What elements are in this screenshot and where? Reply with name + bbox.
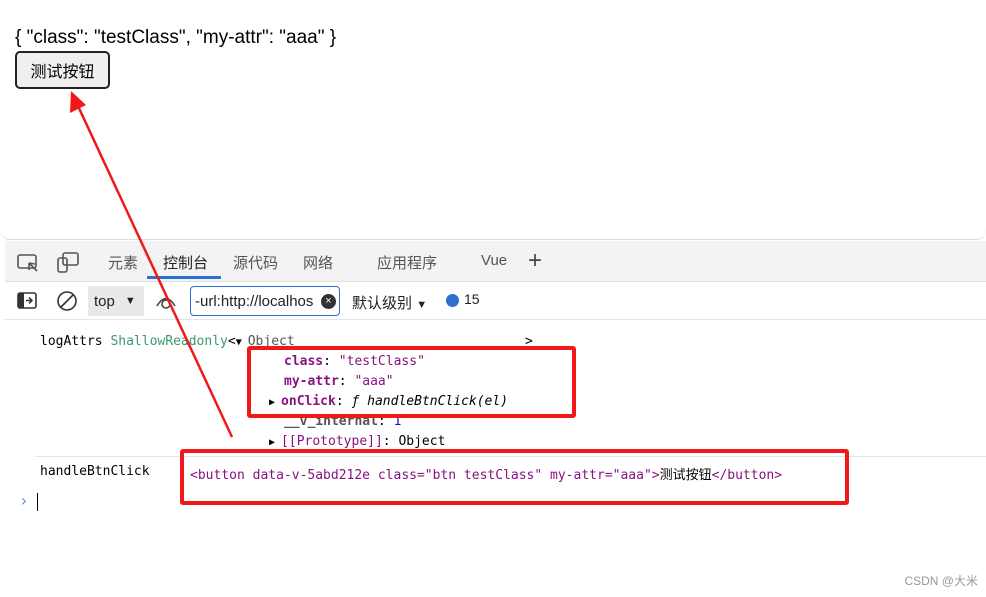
- annotation-arrow-icon: [70, 91, 234, 438]
- watermark: CSDN @大米: [904, 574, 978, 588]
